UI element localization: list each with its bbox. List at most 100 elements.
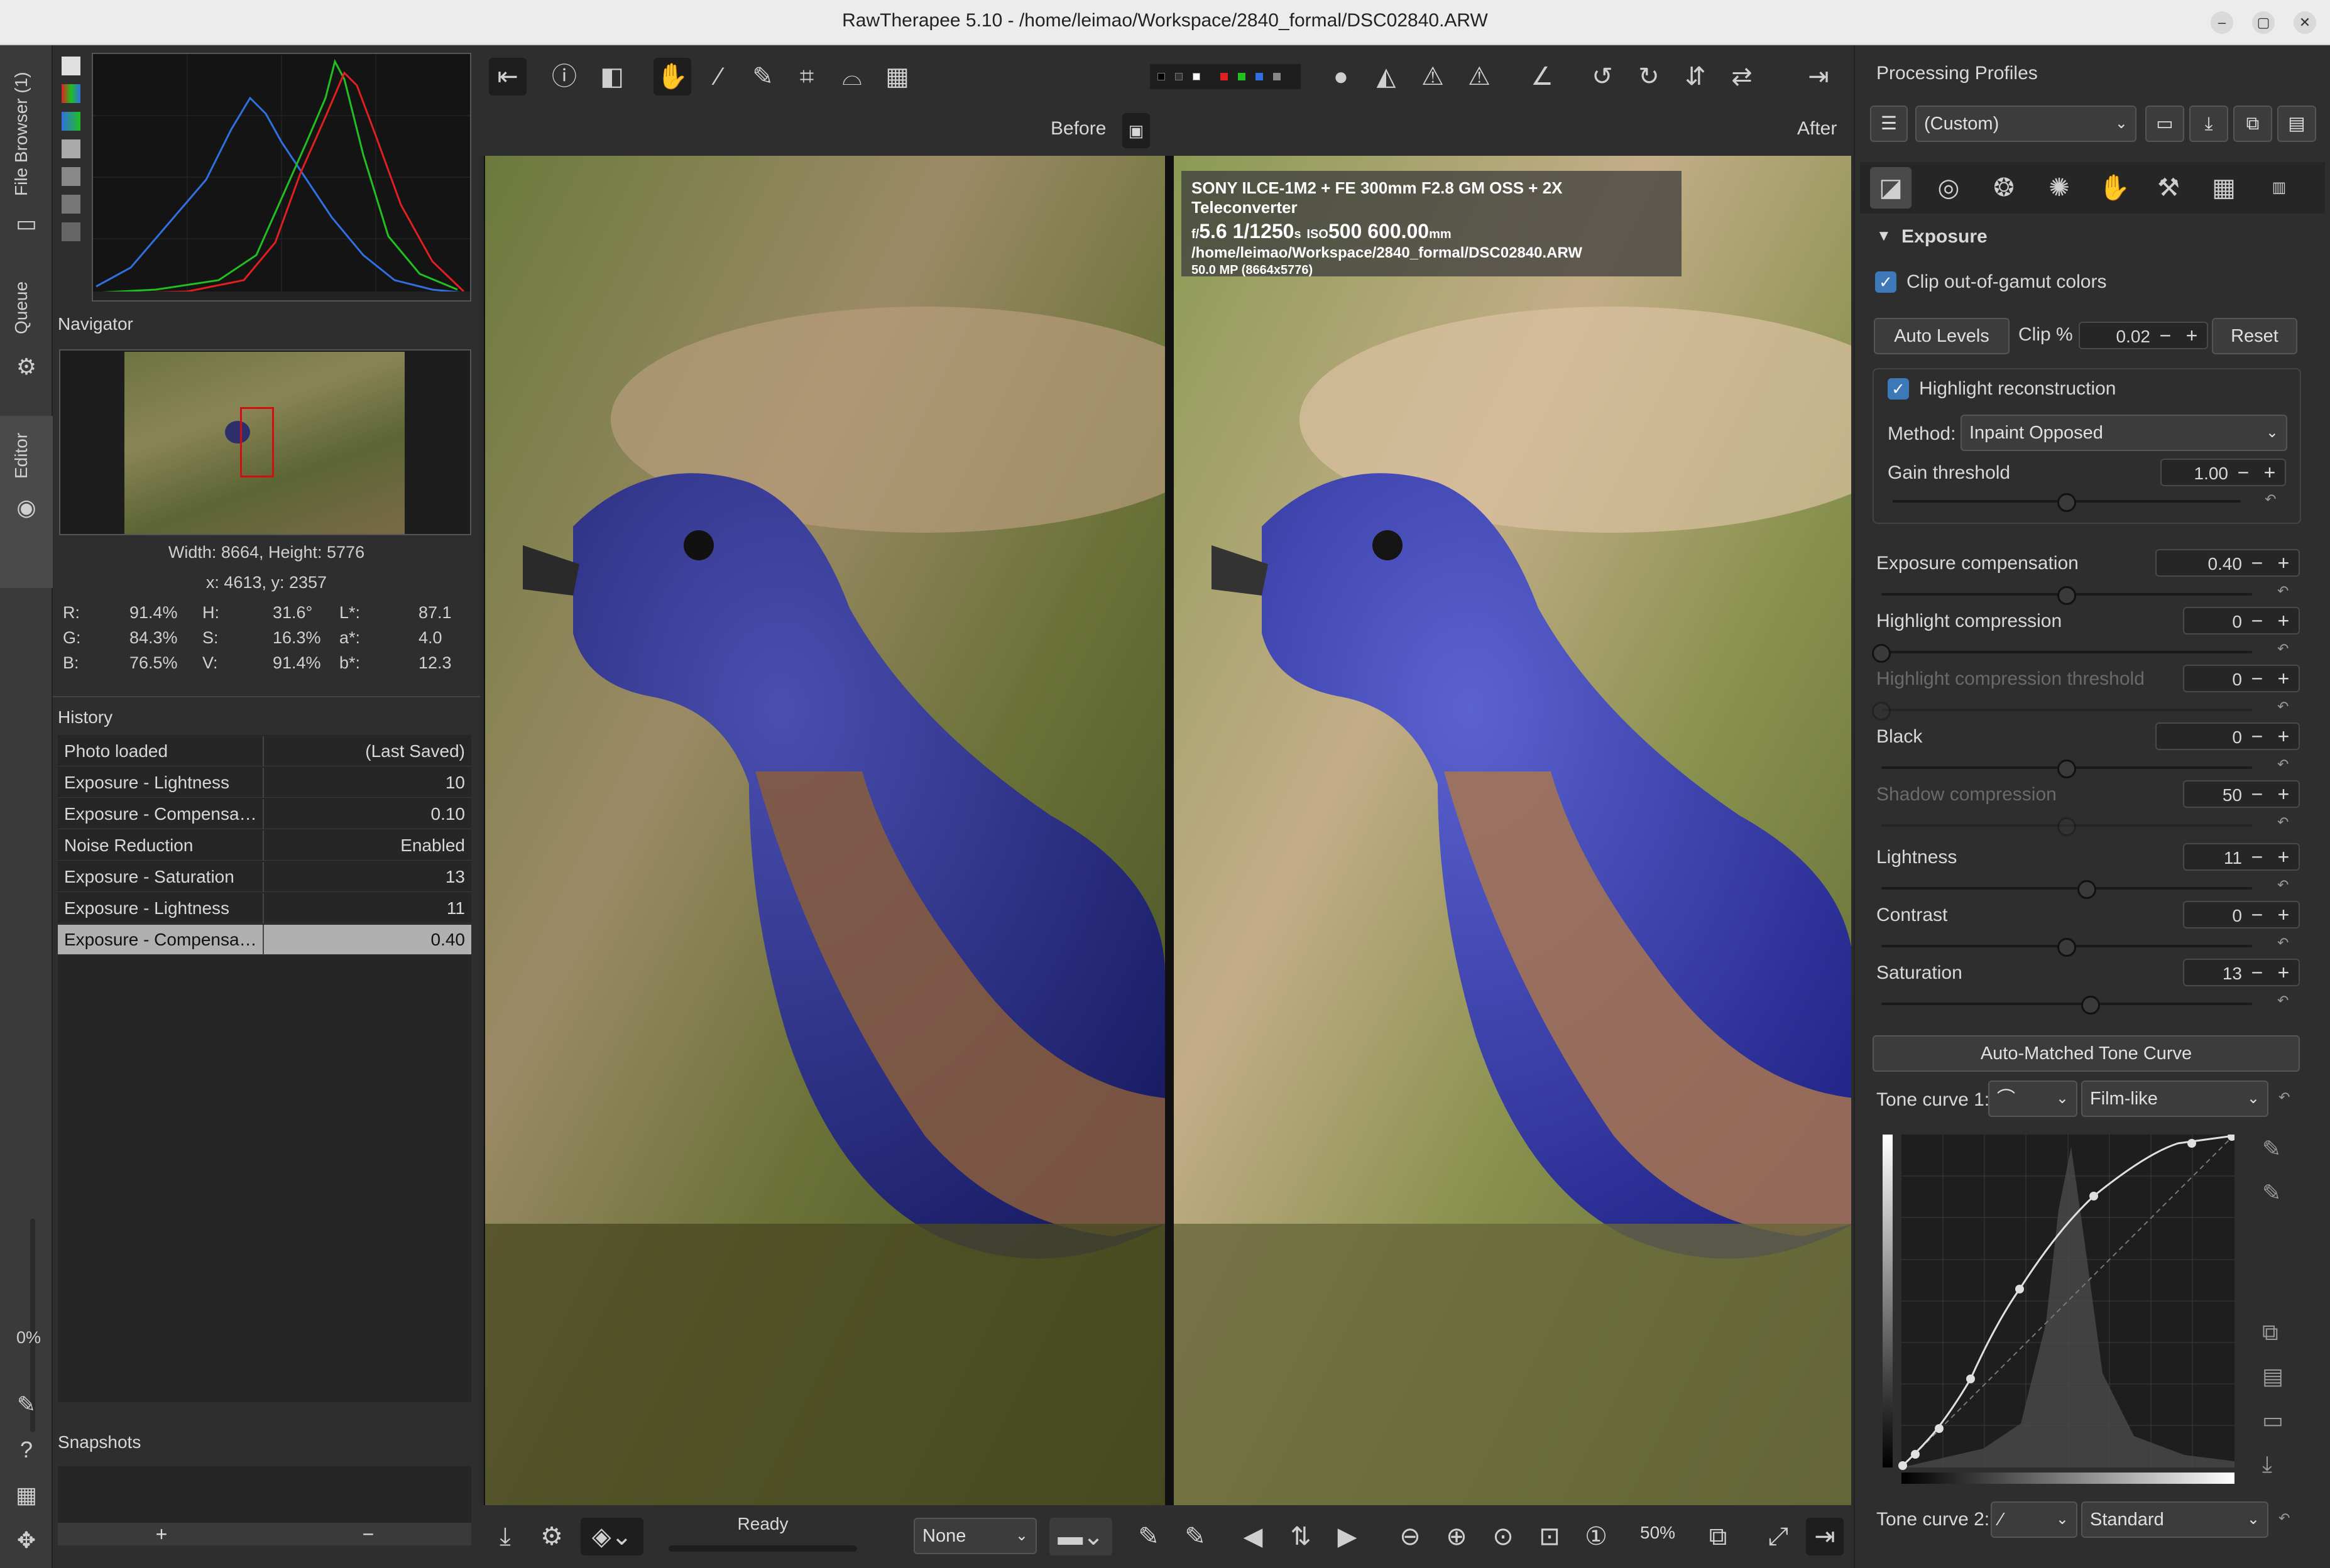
auto-matched-tone-curve-button[interactable]: Auto-Matched Tone Curve bbox=[1873, 1035, 2300, 1072]
tab-queue[interactable]: Queue bbox=[11, 281, 31, 334]
gamut-check-icon[interactable]: ◭ bbox=[1367, 58, 1405, 95]
new-detail-window-icon[interactable]: ⧉ bbox=[1699, 1518, 1737, 1555]
clip-gamut-checkbox[interactable]: ✓ bbox=[1875, 271, 1896, 293]
close-button[interactable]: ✕ bbox=[2294, 11, 2316, 34]
reset-icon[interactable]: ↶ bbox=[2277, 877, 2289, 893]
toggle-right-panel-icon[interactable]: ⇥ bbox=[1806, 1518, 1844, 1555]
color-label-icon[interactable]: ▬⌄ bbox=[1049, 1518, 1112, 1555]
image-preview-area[interactable] bbox=[484, 156, 1851, 1505]
navigator-preview[interactable] bbox=[59, 349, 471, 535]
previous-image-icon[interactable]: ◀ bbox=[1234, 1518, 1272, 1555]
metadata-tab-icon[interactable]: ▥ bbox=[2258, 167, 2300, 209]
highlight-clip-warning-icon[interactable]: ⚠ bbox=[1460, 58, 1498, 95]
collapse-triangle-icon[interactable]: ▼ bbox=[1876, 227, 1891, 245]
soft-proof-icon[interactable]: ∠ bbox=[1523, 58, 1561, 95]
history-row[interactable]: Exposure - Lightness 11 bbox=[58, 893, 471, 923]
zoom-100-icon[interactable]: ① bbox=[1577, 1518, 1615, 1555]
before-image[interactable] bbox=[485, 156, 1165, 1505]
tab-file-browser[interactable]: File Browser (1) bbox=[11, 72, 31, 196]
reset-icon[interactable]: ↶ bbox=[2277, 993, 2289, 1009]
reset-icon[interactable]: ↶ bbox=[2278, 1510, 2290, 1527]
fullscreen-icon[interactable]: ⤢ bbox=[1759, 1518, 1797, 1555]
method-combo[interactable]: Inpaint Opposed ⌄ bbox=[1961, 415, 2287, 451]
tone-curve-1-type-combo[interactable]: ⌒ ⌄ bbox=[1988, 1081, 2077, 1117]
next-image-icon[interactable]: ▶ bbox=[1328, 1518, 1366, 1555]
slider-knob[interactable] bbox=[2057, 938, 2076, 957]
history-row[interactable]: Photo loaded (Last Saved) bbox=[58, 736, 471, 766]
reset-icon[interactable]: ↶ bbox=[2265, 491, 2276, 508]
auto-levels-button[interactable]: Auto Levels bbox=[1874, 318, 2010, 354]
reset-icon[interactable]: ↶ bbox=[2277, 699, 2289, 715]
slider-track[interactable] bbox=[1881, 1003, 2252, 1005]
minimize-button[interactable]: – bbox=[2211, 11, 2233, 34]
flip-vertical-icon[interactable]: ⇵ bbox=[1676, 58, 1714, 95]
maximize-button[interactable]: ▢ bbox=[2252, 11, 2275, 34]
slider-spinner[interactable]: 0− + bbox=[2155, 722, 2300, 750]
tone-curve-2-type-combo[interactable]: ⁄ ⌄ bbox=[1991, 1501, 2077, 1538]
histogram-rgb-toggle[interactable] bbox=[62, 84, 80, 103]
copy-profile-icon[interactable]: ⧉ bbox=[2233, 106, 2272, 142]
color-picker-icon[interactable]: ✎ bbox=[744, 58, 782, 95]
history-row[interactable]: Exposure - Saturation 13 bbox=[58, 862, 471, 892]
edit-points-icon[interactable]: ✎ bbox=[2262, 1136, 2281, 1162]
reset-icon[interactable]: ↶ bbox=[2277, 935, 2289, 951]
slider-knob[interactable] bbox=[2057, 586, 2076, 605]
rotate-right-icon[interactable]: ↻ bbox=[1630, 58, 1668, 95]
reset-icon[interactable]: ↶ bbox=[2277, 814, 2289, 830]
history-row[interactable]: Noise Reduction Enabled bbox=[58, 830, 471, 861]
profile-list-icon[interactable]: ☰ bbox=[1870, 106, 1908, 142]
histogram-channel-toggle[interactable] bbox=[62, 112, 80, 131]
focus-mask-icon[interactable]: ● bbox=[1322, 58, 1360, 95]
zoom-fit-icon[interactable]: ⊙ bbox=[1484, 1518, 1522, 1555]
gears-icon[interactable]: ⚙ bbox=[13, 353, 40, 381]
white-balance-picker-icon[interactable]: ⁄ bbox=[700, 58, 738, 95]
open-curve-icon[interactable]: ▭ bbox=[2262, 1407, 2284, 1434]
reset-icon[interactable]: ↶ bbox=[2277, 756, 2289, 773]
tab-editor[interactable]: Editor bbox=[11, 433, 31, 479]
folder-icon[interactable]: ▭ bbox=[13, 210, 40, 237]
reset-icon[interactable]: ↶ bbox=[2277, 641, 2289, 657]
save-image-icon[interactable]: ⤓ bbox=[486, 1518, 524, 1555]
zoom-out-icon[interactable]: ⊖ bbox=[1391, 1518, 1429, 1555]
slider-track[interactable] bbox=[1881, 887, 2252, 890]
edit-icon[interactable]: ✎ bbox=[13, 1391, 40, 1418]
slider-knob[interactable] bbox=[2057, 760, 2076, 778]
rotate-left-icon[interactable]: ↺ bbox=[1583, 58, 1621, 95]
hand-tool-icon[interactable]: ✋ bbox=[654, 58, 691, 95]
paste-curve-icon[interactable]: ▤ bbox=[2262, 1363, 2284, 1390]
open-profile-icon[interactable]: ▭ bbox=[2145, 106, 2184, 142]
zoom-in-icon[interactable]: ⊕ bbox=[1438, 1518, 1475, 1555]
gain-threshold-knob[interactable] bbox=[2057, 493, 2076, 512]
remove-snapshot-button[interactable]: − bbox=[265, 1523, 471, 1545]
preset-combo[interactable]: None ⌄ bbox=[914, 1518, 1037, 1554]
reject-icon[interactable]: ✎ bbox=[1176, 1518, 1214, 1555]
raw-tab-icon[interactable]: ▦ bbox=[2203, 167, 2245, 209]
slider-track[interactable] bbox=[1881, 651, 2252, 653]
rank-icon[interactable]: ✎ bbox=[1130, 1518, 1168, 1555]
clip-percent-spinner[interactable]: 0.02− + bbox=[2079, 322, 2208, 349]
color-tab-icon[interactable]: ❂ bbox=[1983, 167, 2025, 209]
tone-curve-2-mode-combo[interactable]: Standard ⌄ bbox=[2081, 1501, 2268, 1538]
profile-combo[interactable]: (Custom) ⌄ bbox=[1915, 106, 2136, 142]
histogram-luminance-toggle[interactable] bbox=[62, 139, 80, 158]
sync-icon[interactable]: ⇅ bbox=[1282, 1518, 1320, 1555]
save-profile-icon[interactable]: ⤓ bbox=[2189, 106, 2228, 142]
histogram-chroma-toggle[interactable] bbox=[62, 167, 80, 186]
crop-icon[interactable]: ⌗ bbox=[788, 58, 826, 95]
slider-spinner[interactable]: 11− + bbox=[2183, 843, 2300, 871]
slider-spinner[interactable]: 0− + bbox=[2183, 607, 2300, 634]
tone-curve-1-mode-combo[interactable]: Film-like ⌄ bbox=[2081, 1081, 2268, 1117]
gain-threshold-spinner[interactable]: 1.00− + bbox=[2160, 459, 2286, 486]
add-snapshot-button[interactable]: + bbox=[58, 1523, 265, 1545]
tone-curve-editor[interactable] bbox=[1883, 1132, 2236, 1486]
hide-left-panel-icon[interactable]: ⇤ bbox=[489, 58, 527, 95]
perspective-icon[interactable]: ▦ bbox=[878, 58, 916, 95]
aperture-icon[interactable]: ◉ bbox=[13, 494, 40, 521]
move-icon[interactable]: ✥ bbox=[13, 1527, 40, 1554]
paste-profile-icon[interactable]: ▤ bbox=[2277, 106, 2316, 142]
reset-icon[interactable]: ↶ bbox=[2278, 1089, 2290, 1106]
histogram-mode-toggle[interactable] bbox=[62, 195, 80, 214]
pick-point-icon[interactable]: ✎ bbox=[2262, 1180, 2281, 1206]
before-after-icon[interactable]: ◧ bbox=[593, 58, 631, 95]
straighten-icon[interactable]: ⌓ bbox=[833, 58, 871, 95]
